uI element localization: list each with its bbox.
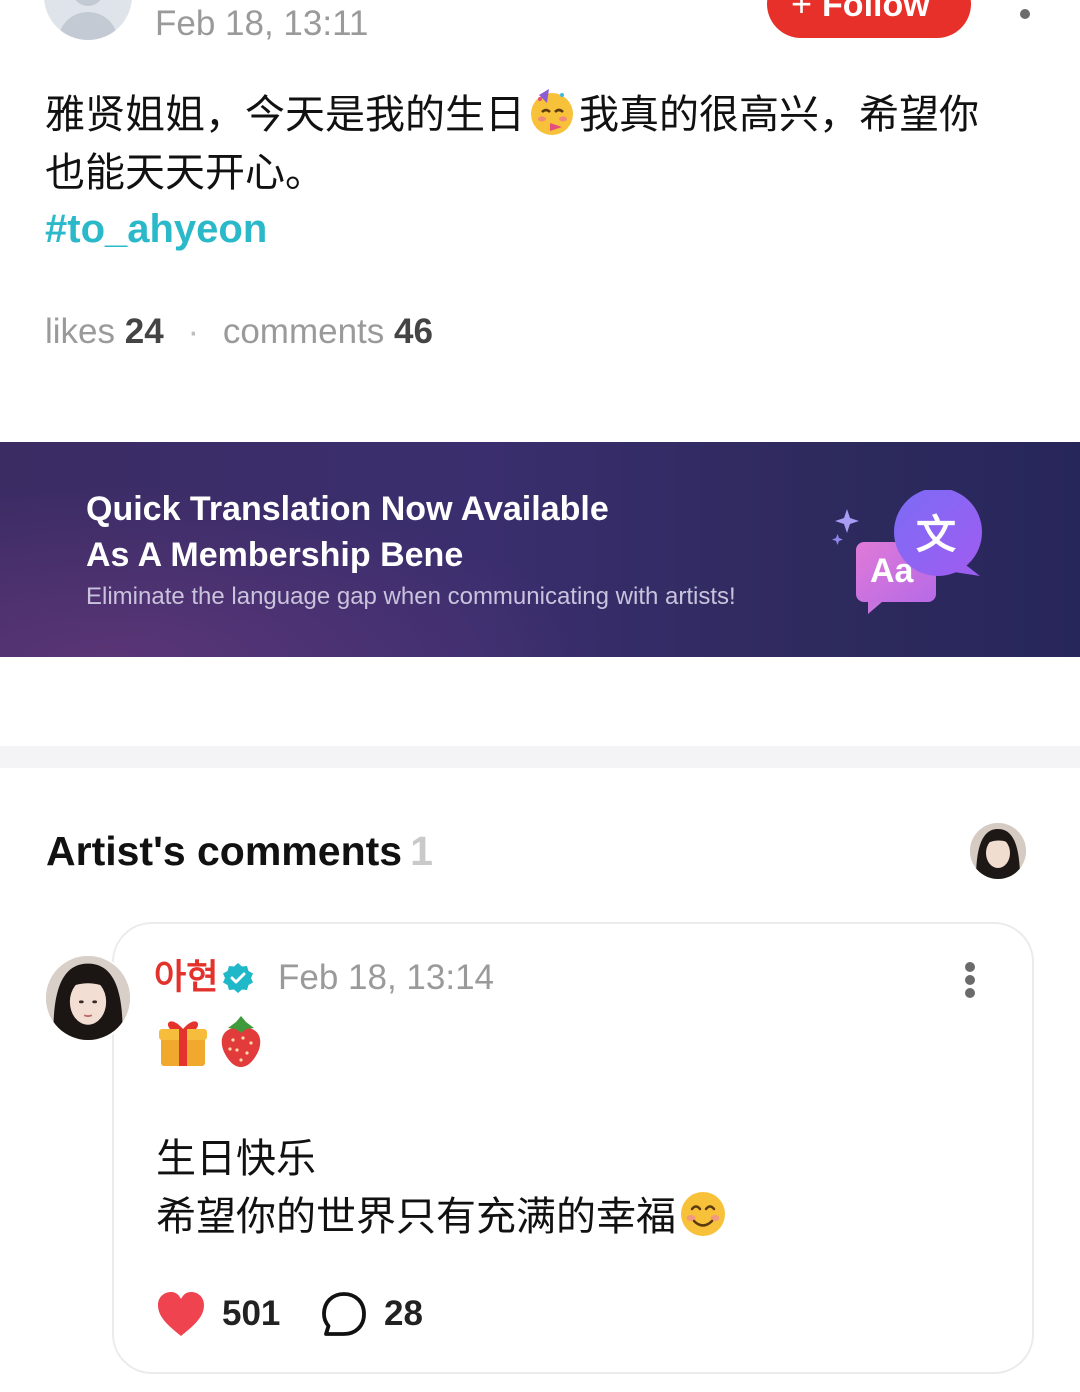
reply-bubble-icon[interactable]	[320, 1290, 368, 1338]
comment-reply-count: 28	[384, 1294, 423, 1333]
post-stats: likes 24 · comments 46	[45, 310, 433, 354]
stats-separator: ·	[187, 312, 200, 351]
avatar-torso	[58, 12, 118, 40]
follow-label: Follow	[822, 0, 930, 24]
post-text-line2: 也能天天开心。	[45, 151, 325, 195]
banner-title: Quick Translation Now Available As A Mem…	[86, 486, 609, 578]
follow-button[interactable]: + Follow	[767, 0, 971, 38]
artist-avatar-small[interactable]	[970, 823, 1026, 879]
gift-icon	[159, 1021, 207, 1066]
dot	[965, 988, 975, 998]
verified-badge-icon	[223, 963, 253, 993]
plus-icon: +	[791, 0, 813, 24]
comment-author-name[interactable]: 아현	[154, 956, 218, 1000]
membership-banner[interactable]: Quick Translation Now Available As A Mem…	[0, 442, 1080, 657]
comment-text: 生日快乐 希望你的世界只有充满的幸福	[156, 1130, 728, 1246]
artist-comments-title: Artist's comments	[46, 828, 403, 874]
strawberry-icon	[221, 1016, 261, 1067]
comments-label: comments	[222, 312, 385, 351]
comment-text-line2: 希望你的世界只有充满的幸福	[156, 1195, 676, 1239]
svg-text:文: 文	[916, 512, 956, 558]
comments-count[interactable]: 46	[394, 312, 433, 351]
comment-like-count: 501	[222, 1294, 281, 1333]
banner-title-line1: Quick Translation Now Available	[86, 490, 609, 528]
banner-subtitle: Eliminate the language gap when communic…	[86, 583, 736, 610]
avatar-head	[72, 0, 104, 6]
heart-icon[interactable]	[156, 1290, 206, 1338]
author-avatar[interactable]	[44, 0, 132, 40]
artist-comments-count: 1	[410, 828, 433, 874]
partying-face-icon	[531, 89, 573, 135]
comment-text-line1: 生日快乐	[156, 1137, 316, 1181]
dot	[965, 975, 975, 985]
artist-comments-heading: Artist's comments 1	[46, 826, 433, 876]
comment-timestamp: Feb 18, 13:14	[278, 958, 494, 997]
post-timestamp: Feb 18, 13:11	[155, 4, 369, 43]
artist-portrait-small	[970, 823, 1026, 879]
likes-label: likes	[45, 312, 116, 351]
hashtag-link[interactable]: #to_ahyeon	[45, 204, 267, 254]
likes-count[interactable]: 24	[125, 312, 164, 351]
section-divider	[0, 746, 1080, 768]
post-text-line1-start: 雅贤姐姐，今天是我的生日	[45, 93, 525, 137]
artist-portrait	[46, 956, 130, 1040]
comment-more-options-icon[interactable]	[962, 958, 978, 998]
dot	[1020, 9, 1030, 19]
translation-icon: Aa 文	[832, 490, 982, 614]
post-text: 雅贤姐姐，今天是我的生日 我真的很高兴，希望你 也能天天开心。	[45, 86, 1025, 202]
post-text-line1-end: 我真的很高兴，希望你	[579, 93, 979, 137]
dot	[965, 962, 975, 972]
post-header: Feb 18, 13:11 + Follow	[0, 0, 1080, 60]
smiling-face-icon	[681, 1192, 725, 1236]
post-more-options-icon[interactable]	[1012, 0, 1038, 40]
comment-actions: 501 28	[156, 1288, 556, 1340]
banner-title-line2: As A Membership Bene	[86, 536, 464, 574]
artist-avatar[interactable]	[44, 954, 132, 1042]
comment-emoji-row	[156, 1014, 276, 1068]
